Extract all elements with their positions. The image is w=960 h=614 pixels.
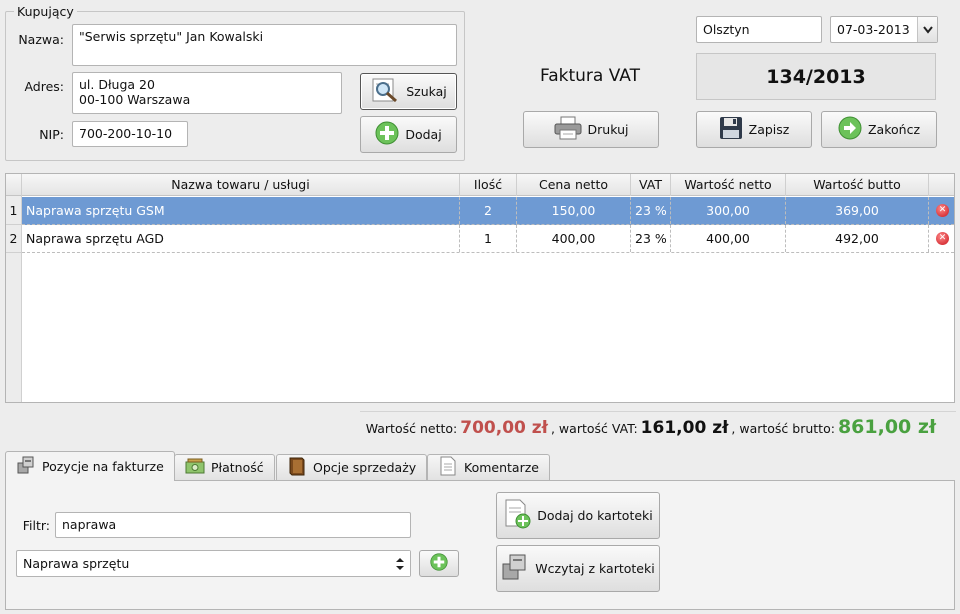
vat-total-value: 161,00 zł [640, 418, 729, 438]
save-button[interactable]: Zapisz [696, 111, 812, 148]
cell-name[interactable]: Naprawa sprzętu GSM [22, 197, 460, 224]
row-cells: Naprawa sprzętu GSM 2 150,00 23 % 300,00… [22, 197, 954, 225]
buyer-name-field[interactable]: "Serwis sprzętu" Jan Kowalski [72, 24, 457, 66]
search-icon [370, 77, 400, 106]
print-button[interactable]: Drukuj [523, 111, 659, 148]
vat-total-label: , wartość VAT: [550, 421, 638, 436]
money-icon [185, 456, 205, 479]
document-add-icon [503, 499, 531, 532]
arrow-right-icon [838, 116, 862, 143]
header-corner [6, 174, 22, 196]
net-total-value: 700,00 zł [460, 418, 548, 438]
buyer-group-title: Kupujący [14, 4, 77, 19]
chevron-down-icon[interactable] [917, 17, 937, 42]
cell-vat[interactable]: 23 % [631, 225, 671, 252]
finish-button[interactable]: Zakończ [821, 111, 937, 148]
invoice-number: 134/2013 [696, 53, 936, 100]
filter-label: Filtr: [22, 518, 50, 533]
search-button-label: Szukaj [406, 84, 447, 99]
address-label: Adres: [24, 79, 64, 94]
tab-sales-options[interactable]: Opcje sprzedaży [276, 454, 428, 480]
buyer-address-field[interactable]: ul. Długa 20 00-100 Warszawa [72, 72, 342, 114]
tab-label: Płatność [211, 460, 264, 475]
plus-icon [375, 121, 399, 148]
col-vat[interactable]: VAT [631, 174, 671, 196]
totals-summary: Wartość netto: 700,00 zł , wartość VAT: … [366, 416, 936, 444]
gross-total-value: 861,00 zł [837, 416, 936, 438]
tab-comments[interactable]: Komentarze [427, 454, 550, 480]
table-row[interactable]: 1 Naprawa sprzętu GSM 2 150,00 23 % 300,… [6, 197, 954, 225]
floppy-disk-icon [719, 116, 743, 143]
col-name[interactable]: Nazwa towaru / usługi [22, 174, 460, 196]
delete-row-icon[interactable]: ✕ [936, 232, 949, 245]
filter-input[interactable]: naprawa [55, 512, 411, 538]
cell-name[interactable]: Naprawa sprzętu AGD [22, 225, 460, 252]
col-qty[interactable]: Ilość [460, 174, 517, 196]
cell-vat[interactable]: 23 % [631, 197, 671, 224]
name-label: Nazwa: [18, 32, 64, 47]
printer-icon [554, 116, 582, 143]
cell-net-price[interactable]: 150,00 [517, 197, 631, 224]
nip-label: NIP: [39, 127, 64, 142]
cell-gross-value: 492,00 [786, 225, 929, 252]
tab-label: Opcje sprzedaży [313, 460, 417, 475]
plus-icon [430, 553, 448, 574]
cell-gross-value: 369,00 [786, 197, 929, 224]
add-button-label: Dodaj [405, 127, 442, 142]
tab-panel-invoice-items [5, 480, 955, 610]
save-button-label: Zapisz [748, 122, 790, 137]
tab-label: Pozycje na fakturze [42, 459, 164, 474]
cell-net-value: 400,00 [671, 225, 786, 252]
net-total-label: Wartość netto: [365, 421, 458, 436]
category-select[interactable]: Naprawa sprzętu [16, 550, 411, 577]
boxes-icon [16, 455, 36, 478]
cell-qty[interactable]: 2 [460, 197, 517, 224]
book-icon [287, 456, 307, 479]
invoice-items-table[interactable]: Nazwa towaru / usługi Ilość Cena netto V… [5, 173, 955, 403]
add-to-catalog-label: Dodaj do kartoteki [537, 508, 653, 523]
col-net-value[interactable]: Wartość netto [671, 174, 786, 196]
city-field[interactable]: Olsztyn [696, 16, 822, 43]
date-picker[interactable]: 07-03-2013 [830, 16, 938, 43]
totals-separator [360, 411, 956, 412]
col-gross-value[interactable]: Wartość butto [786, 174, 929, 196]
load-from-catalog-button[interactable]: Wczytaj z kartoteki [496, 545, 660, 592]
gross-total-label: , wartość brutto: [731, 421, 835, 436]
row-cells: Naprawa sprzętu AGD 1 400,00 23 % 400,00… [22, 225, 954, 253]
finish-button-label: Zakończ [867, 122, 921, 137]
cell-net-value: 300,00 [671, 197, 786, 224]
invoice-type-title: Faktura VAT [540, 66, 640, 86]
col-net-price[interactable]: Cena netto [517, 174, 631, 196]
date-value: 07-03-2013 [837, 22, 910, 37]
tab-label: Komentarze [464, 460, 539, 475]
buyer-nip-field[interactable]: 700-200-10-10 [72, 121, 188, 147]
document-icon [438, 456, 458, 479]
print-button-label: Drukuj [587, 122, 629, 137]
delete-row-icon[interactable]: ✕ [936, 204, 949, 217]
row-number: 2 [6, 225, 22, 253]
load-from-catalog-label: Wczytaj z kartoteki [535, 561, 655, 576]
cell-net-price[interactable]: 400,00 [517, 225, 631, 252]
tab-payment[interactable]: Płatność [174, 454, 275, 480]
cell-qty[interactable]: 1 [460, 225, 517, 252]
category-value: Naprawa sprzętu [23, 556, 130, 571]
add-category-button[interactable] [419, 550, 459, 577]
add-buyer-button[interactable]: Dodaj [360, 116, 457, 153]
table-header: Nazwa towaru / usługi Ilość Cena netto V… [6, 174, 954, 196]
add-to-catalog-button[interactable]: Dodaj do kartoteki [496, 492, 660, 539]
row-number: 1 [6, 197, 22, 225]
tab-invoice-items[interactable]: Pozycje na fakturze [5, 451, 175, 481]
table-row[interactable]: 2 Naprawa sprzętu AGD 1 400,00 23 % 400,… [6, 225, 954, 253]
search-buyer-button[interactable]: Szukaj [360, 73, 457, 110]
updown-arrows-icon[interactable] [390, 551, 410, 576]
boxes-icon [501, 552, 529, 585]
col-delete [929, 174, 954, 196]
